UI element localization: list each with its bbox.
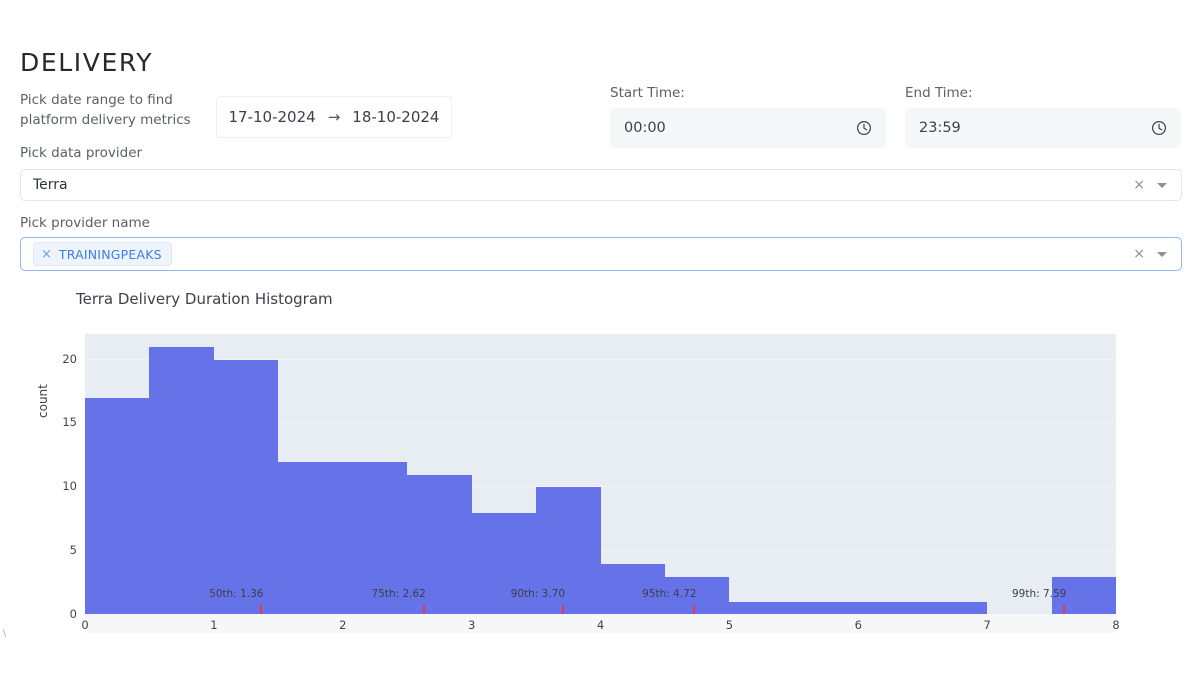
x-axis-tick: 4	[596, 618, 605, 632]
percentile-label: 75th: 2.62	[371, 588, 426, 600]
clock-icon[interactable]	[1151, 120, 1167, 136]
x-axis-tick: 5	[725, 618, 734, 632]
x-axis-tick: 2	[339, 618, 347, 632]
arrow-right-icon: →	[327, 108, 341, 126]
y-axis-tick: 20	[62, 351, 77, 366]
x-axis-tick: 8	[1112, 618, 1120, 632]
chip-remove-icon[interactable]: ×	[41, 248, 52, 261]
page-title: DELIVERY	[20, 48, 154, 77]
data-provider-caption: Pick data provider	[20, 145, 143, 161]
start-time-group: Start Time: 00:00	[610, 85, 886, 148]
clock-icon[interactable]	[856, 120, 872, 136]
y-axis-tick: 15	[62, 415, 77, 430]
percentile-tick	[1063, 605, 1066, 614]
percentile-tick	[422, 605, 425, 614]
date-range-end: 18-10-2024	[352, 108, 440, 126]
end-time-group: End Time: 23:59	[905, 85, 1181, 148]
provider-name-select[interactable]: × TRAININGPEAKS ×	[20, 237, 1182, 271]
percentile-label: 50th: 1.36	[209, 588, 264, 600]
x-axis-tick: 6	[854, 618, 862, 632]
chip-label: TRAININGPEAKS	[58, 246, 162, 262]
y-axis-tick: 5	[69, 543, 77, 558]
percentile-label: 95th: 4.72	[642, 588, 697, 600]
chart-title: Terra Delivery Duration Histogram	[76, 290, 333, 308]
plot-area	[85, 334, 1116, 615]
chip-trainingpeaks[interactable]: × TRAININGPEAKS	[33, 242, 172, 266]
provider-name-caption: Pick provider name	[20, 215, 150, 231]
data-provider-value: Terra	[33, 177, 68, 193]
percentile-label: 90th: 3.70	[510, 588, 566, 600]
y-axis-tick: 10	[62, 479, 77, 494]
histogram-bar[interactable]	[149, 346, 214, 615]
date-range-caption: Pick date range to find platform deliver…	[20, 92, 191, 128]
clear-icon[interactable]: ×	[1133, 178, 1145, 192]
x-axis-tick: 0	[81, 618, 89, 632]
x-axis-tick: 7	[983, 618, 991, 632]
chevron-down-icon[interactable]	[1157, 182, 1167, 188]
x-axis-tick: 1	[210, 618, 218, 632]
percentile-tick	[260, 605, 263, 614]
delivery-dashboard: DELIVERY Pick date range to find platfor…	[0, 0, 1200, 675]
start-time-value: 00:00	[624, 120, 666, 136]
percentile-tick	[693, 605, 696, 614]
end-time-label: End Time:	[905, 85, 973, 101]
histogram-bar[interactable]	[278, 461, 343, 615]
histogram-bar[interactable]	[85, 397, 150, 615]
x-axis-tick: 3	[467, 618, 476, 632]
corner-mark: \	[3, 629, 7, 639]
chevron-down-icon[interactable]	[1157, 251, 1167, 257]
end-time-value: 23:59	[919, 120, 961, 136]
y-axis-label: count	[36, 384, 50, 418]
percentile-tick	[561, 605, 564, 614]
date-range-picker[interactable]: 17-10-2024 → 18-10-2024	[216, 96, 452, 138]
date-range-start: 17-10-2024	[228, 108, 316, 126]
clear-icon[interactable]: ×	[1133, 247, 1145, 261]
provider-name-chips: × TRAININGPEAKS	[33, 242, 1133, 266]
end-time-input[interactable]: 23:59	[905, 108, 1181, 148]
histogram-bar[interactable]	[213, 359, 279, 615]
start-time-input[interactable]: 00:00	[610, 108, 886, 148]
start-time-label: Start Time:	[610, 85, 685, 101]
data-provider-select[interactable]: Terra ×	[20, 169, 1182, 201]
percentile-label: 99th: 7.59	[1011, 588, 1067, 600]
